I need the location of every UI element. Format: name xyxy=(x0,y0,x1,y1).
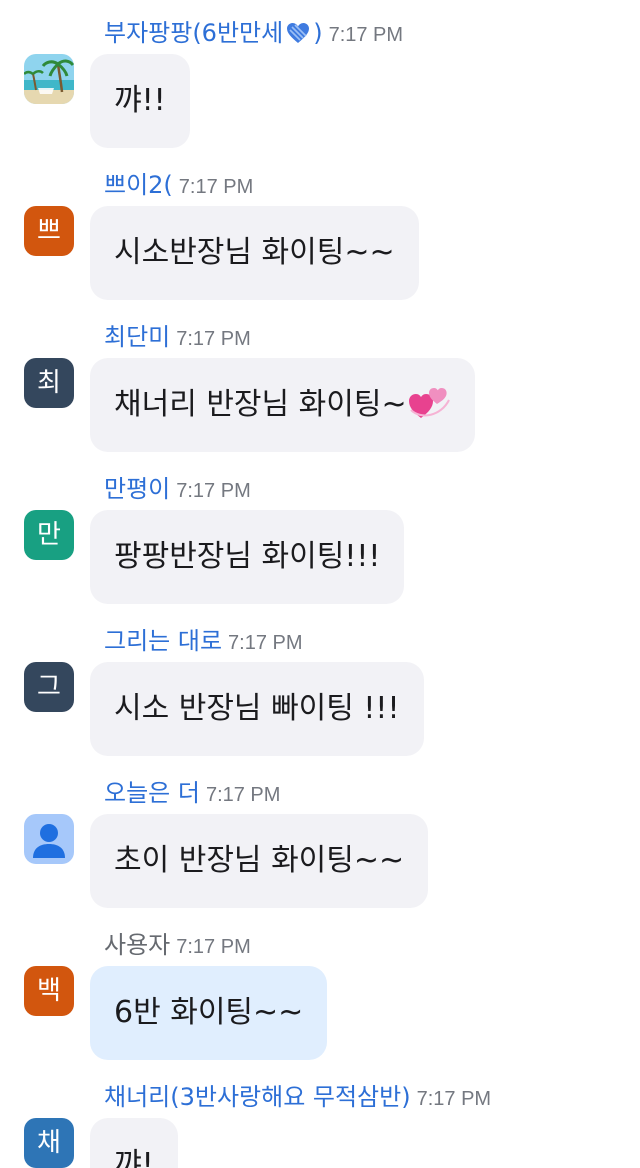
chat-message-list[interactable]: 부자팡팡(6반만세) 7:17 PM 꺄!! 쁘이2(7:17 PM 쁘 시소반장… xyxy=(0,0,640,1168)
message-header: 쁘이2(7:17 PM xyxy=(104,168,253,202)
message-text: 팡팡반장님 화이팅!!! xyxy=(114,539,381,574)
sender-name[interactable]: 그리는 대로 xyxy=(104,627,222,655)
message-header: 최단미 7:17 PM xyxy=(104,320,251,354)
message-text: 초이 반장님 화이팅~~ xyxy=(114,843,405,878)
sender-name[interactable]: 최단미 xyxy=(104,323,170,351)
message-bubble[interactable]: 시소반장님 화이팅~~ xyxy=(90,206,419,300)
message-text: 시소반장님 화이팅~~ xyxy=(114,235,395,270)
avatar[interactable]: 채 xyxy=(24,1118,74,1168)
message-time: 7:17 PM xyxy=(416,1088,492,1110)
message-text: 꺄!! xyxy=(114,83,166,118)
message-header: 사용자 7:17 PM xyxy=(104,928,251,962)
message-bubble[interactable]: 꺄! xyxy=(90,1118,178,1168)
message-bubble[interactable]: 꺄!! xyxy=(90,54,190,148)
message-bubble[interactable]: 6반 화이팅~~ xyxy=(90,966,328,1060)
message-time: 7:17 PM xyxy=(176,328,251,350)
message-bubble[interactable]: 시소 반장님 빠이팅 !!! xyxy=(90,662,424,756)
sender-name[interactable]: 만평이 xyxy=(104,475,170,503)
message-bubble[interactable]: 초이 반장님 화이팅~~ xyxy=(90,814,429,908)
avatar[interactable]: 만 xyxy=(24,510,74,560)
message-time: 7:17 PM xyxy=(205,784,281,806)
blue-heart-icon xyxy=(287,23,310,43)
sender-name[interactable]: 오늘은 더 xyxy=(104,779,200,807)
message-bubble[interactable]: 팡팡반장님 화이팅!!! xyxy=(90,510,405,604)
sender-name[interactable]: 부자팡팡(6반만세) xyxy=(104,19,323,47)
avatar[interactable]: 쁘 xyxy=(24,206,74,256)
message-time: 7:17 PM xyxy=(178,176,254,198)
message-text: 꺄! xyxy=(114,1147,154,1168)
sender-name[interactable]: 사용자 xyxy=(104,931,170,959)
message-header: 그리는 대로 7:17 PM xyxy=(104,624,303,658)
message-text: 채너리 반장님 화이팅~ xyxy=(114,387,407,422)
message-header: 만평이 7:17 PM xyxy=(104,472,251,506)
message-text: 6반 화이팅~~ xyxy=(114,995,304,1030)
default-user-icon xyxy=(33,824,65,858)
message-time: 7:17 PM xyxy=(176,936,251,958)
message-time: 7:17 PM xyxy=(176,480,251,502)
sender-name[interactable]: 쁘이2( xyxy=(104,171,173,199)
message-bubble[interactable]: 채너리 반장님 화이팅~ xyxy=(90,358,475,452)
message-time: 7:17 PM xyxy=(328,24,404,46)
sender-name[interactable]: 채너리(3반사랑해요 무적삼반) xyxy=(104,1083,411,1111)
avatar[interactable] xyxy=(24,54,74,104)
avatar[interactable]: 최 xyxy=(24,358,74,408)
message-header: 부자팡팡(6반만세) 7:17 PM xyxy=(104,16,403,50)
two-hearts-icon xyxy=(408,388,450,418)
message-time: 7:17 PM xyxy=(228,632,303,654)
avatar[interactable]: 그 xyxy=(24,662,74,712)
avatar[interactable]: 백 xyxy=(24,966,74,1016)
beach-photo xyxy=(24,54,74,104)
message-header: 채너리(3반사랑해요 무적삼반) 7:17 PM xyxy=(104,1080,491,1114)
message-header: 오늘은 더 7:17 PM xyxy=(104,776,280,810)
message-text: 시소 반장님 빠이팅 !!! xyxy=(114,691,400,726)
avatar[interactable] xyxy=(24,814,74,864)
